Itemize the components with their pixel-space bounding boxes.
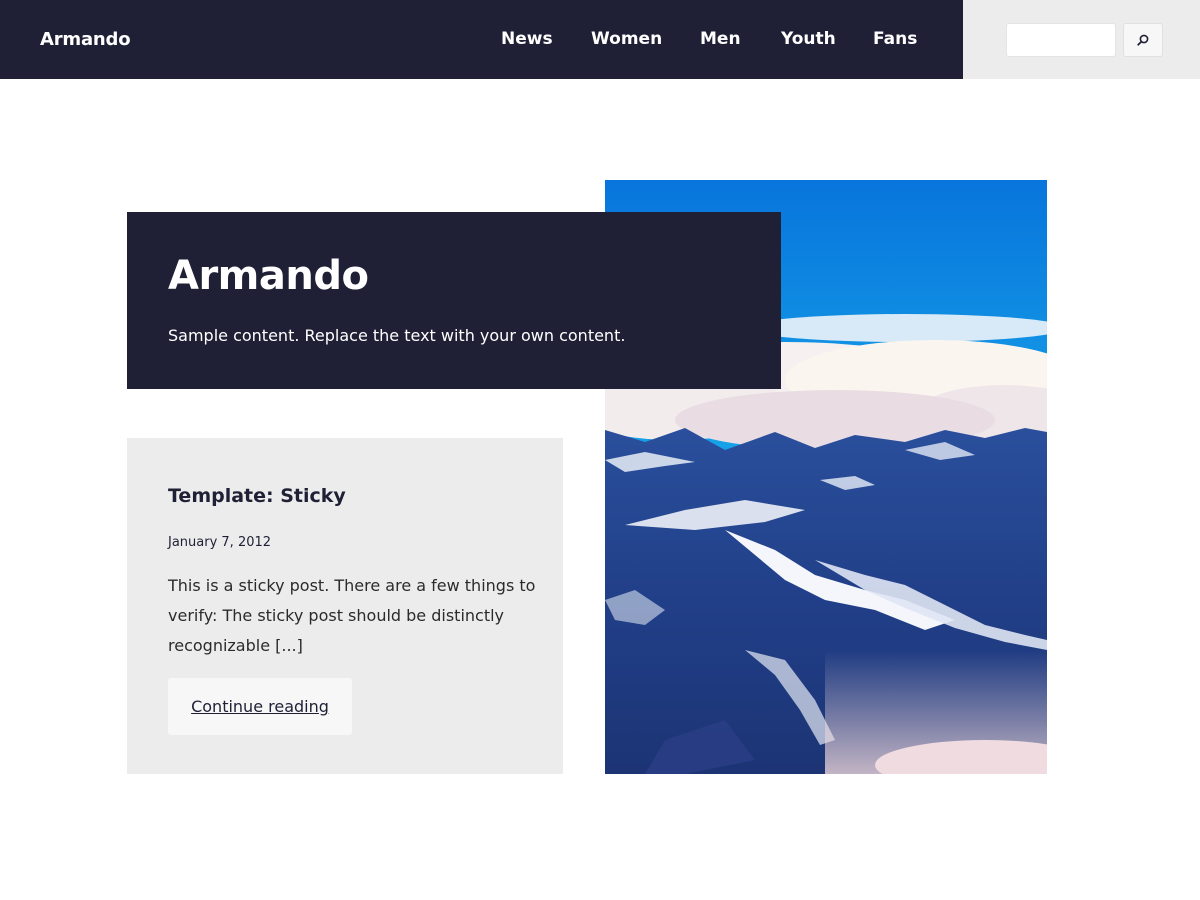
post-date: January 7, 2012 [168, 535, 272, 550]
nav-item-men[interactable]: Men [700, 29, 741, 49]
continue-reading-button[interactable]: Continue reading [168, 678, 352, 735]
search-area [963, 0, 1200, 79]
nav-item-fans[interactable]: Fans [873, 29, 917, 49]
search-icon [1137, 34, 1149, 46]
site-header: Armando News Women Men Youth Fans [0, 0, 1200, 79]
post-title-link[interactable]: Template: Sticky [168, 485, 346, 508]
post-card: Template: Sticky January 7, 2012 This is… [127, 438, 563, 774]
hero-title-box: Armando Sample content. Replace the text… [127, 212, 781, 389]
main-nav: News Women Men Youth Fans [0, 29, 963, 53]
page-title: Armando [168, 253, 369, 299]
search-button[interactable] [1123, 23, 1163, 57]
page-subtitle: Sample content. Replace the text with yo… [168, 326, 626, 345]
nav-item-women[interactable]: Women [591, 29, 662, 49]
search-input[interactable] [1006, 23, 1116, 57]
post-excerpt: This is a sticky post. There are a few t… [168, 576, 536, 655]
nav-item-youth[interactable]: Youth [781, 29, 836, 49]
nav-item-news[interactable]: News [501, 29, 553, 49]
